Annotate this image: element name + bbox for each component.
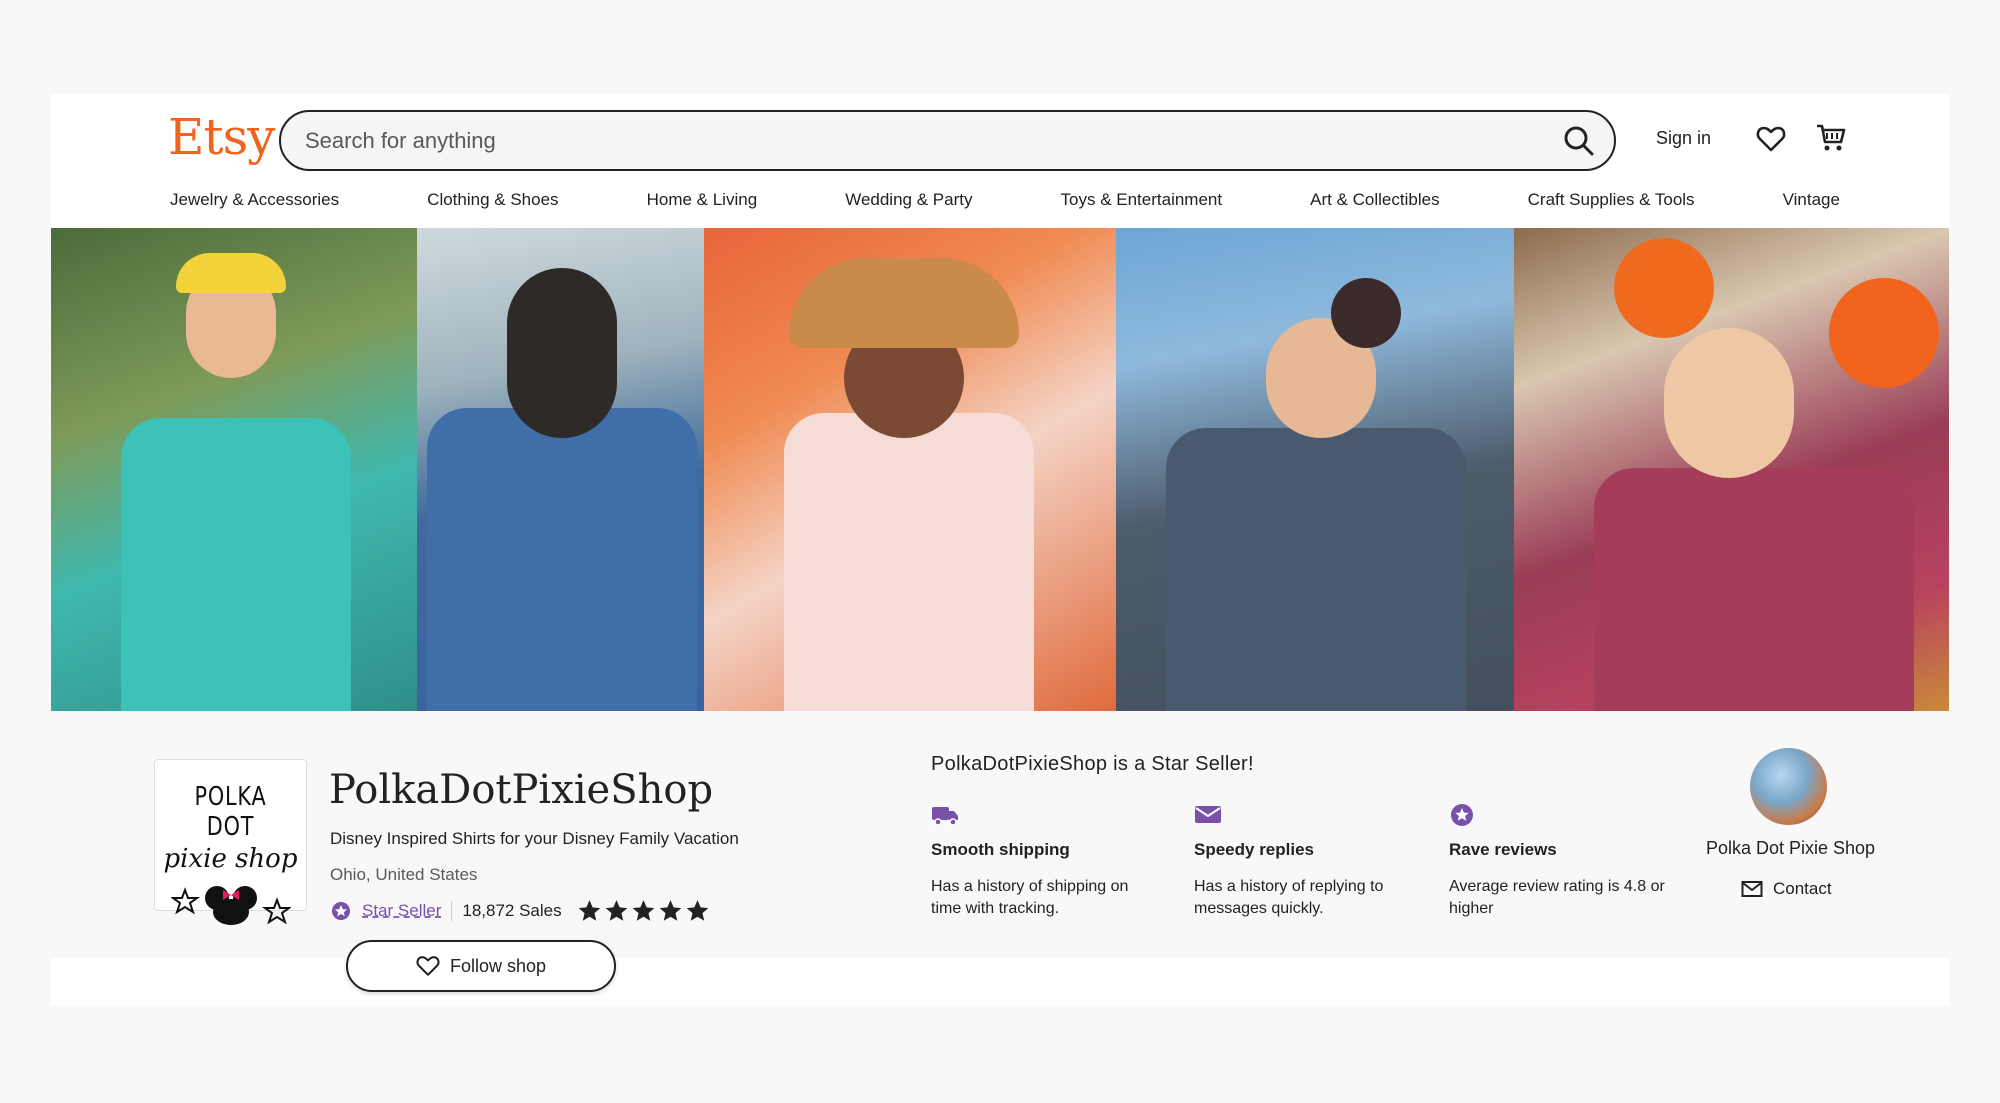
meta-divider (451, 901, 453, 921)
feature-speedy-replies: Speedy replies Has a history of replying… (1194, 803, 1424, 920)
search-button[interactable] (1562, 124, 1596, 158)
nav-item-art-collectibles[interactable]: Art & Collectibles (1310, 190, 1439, 216)
banner-photo-tiki-shirt (51, 228, 417, 711)
follow-shop-label: Follow shop (449, 955, 547, 976)
star-icon (659, 900, 681, 921)
feature-rave-reviews: Rave reviews Average review rating is 4.… (1449, 803, 1679, 920)
nav-item-vintage[interactable]: Vintage (1783, 190, 1840, 216)
shop-logo: POLKA DOT pixie shop (154, 759, 307, 925)
owner-name[interactable]: Polka Dot Pixie Shop (1703, 838, 1878, 859)
heart-icon (416, 956, 440, 976)
nav-item-home-living[interactable]: Home & Living (647, 190, 758, 216)
star-icon (578, 900, 600, 921)
feature-smooth-shipping: Smooth shipping Has a history of shippin… (931, 803, 1161, 920)
search-bar (279, 110, 1616, 171)
rating-stars[interactable] (576, 898, 711, 924)
cart-button[interactable] (1815, 122, 1847, 154)
star-icon (632, 900, 654, 921)
search-input[interactable] (305, 126, 1525, 156)
feature-title: Rave reviews (1449, 840, 1557, 859)
nav-item-clothing-shoes[interactable]: Clothing & Shoes (427, 190, 558, 216)
star-icon (686, 900, 708, 921)
shop-tagline: Disney Inspired Shirts for your Disney F… (330, 829, 739, 848)
shop-location: Ohio, United States (330, 865, 478, 884)
shop-banner (51, 228, 1949, 711)
banner-photo-be-kind-shirt (1116, 228, 1514, 711)
banner-photo-wonderful-shirt (1514, 228, 1949, 711)
shop-info: POLKA DOT pixie shop PolkaDotPixieShop D… (51, 711, 1949, 992)
star-seller-badge-icon (332, 902, 350, 920)
mouse-ears-icon (169, 886, 292, 925)
feature-desc: Average review rating is 4.8 or higher (1449, 878, 1665, 917)
star-seller-link[interactable]: Star Seller (362, 901, 441, 921)
banner-photo-pumpkin-shirt (704, 228, 1116, 711)
nav-item-jewelry-accessories[interactable]: Jewelry & Accessories (170, 190, 339, 216)
nav-item-wedding-party[interactable]: Wedding & Party (845, 190, 972, 216)
feature-title: Smooth shipping (931, 840, 1070, 859)
search-icon (1564, 126, 1594, 156)
etsy-logo[interactable]: Etsy (168, 108, 275, 166)
feature-desc: Has a history of shipping on time with t… (931, 878, 1129, 917)
page: Etsy Sign in (51, 94, 1949, 1006)
contact-button[interactable]: Contact (1741, 875, 1832, 903)
category-nav: Jewelry & Accessories Clothing & Shoes H… (170, 190, 1840, 216)
nav-item-toys-entertainment[interactable]: Toys & Entertainment (1061, 190, 1223, 216)
feature-title: Speedy replies (1194, 840, 1315, 859)
mail-icon (1741, 881, 1763, 897)
star-seller-title: PolkaDotPixieShop is a Star Seller! (931, 753, 1254, 775)
message-icon (1195, 806, 1221, 823)
header: Etsy Sign in (51, 94, 1949, 228)
shop-name: PolkaDotPixieShop (329, 767, 714, 813)
sales-count: 18,872 Sales (462, 901, 562, 920)
favorites-button[interactable] (1756, 124, 1786, 154)
truck-icon (932, 807, 958, 826)
sign-in-link[interactable]: Sign in (1656, 128, 1711, 149)
heart-icon (1756, 126, 1786, 152)
star-icon (605, 900, 627, 921)
cart-icon (1817, 124, 1846, 151)
star-badge-icon (1451, 804, 1473, 826)
contact-label: Contact (1773, 879, 1832, 898)
shop-logo-line1: POLKA DOT (194, 782, 267, 842)
owner-avatar[interactable] (1750, 748, 1827, 825)
feature-desc: Has a history of replying to messages qu… (1194, 878, 1384, 917)
nav-item-craft-supplies-tools[interactable]: Craft Supplies & Tools (1528, 190, 1695, 216)
follow-shop-button[interactable]: Follow shop (346, 940, 616, 992)
shop-logo-line2: pixie shop (163, 844, 298, 874)
shop-meta: Star Seller 18,872 Sales (330, 896, 711, 926)
banner-photo-eat-shirt (417, 228, 704, 711)
